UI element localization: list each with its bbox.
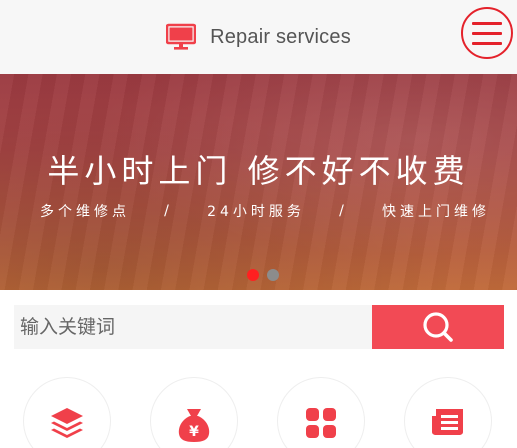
- menu-button[interactable]: [461, 7, 513, 59]
- feature-fast-onsite-repair: 快速上门维修: [381, 204, 490, 220]
- brand[interactable]: Repair services: [166, 23, 351, 51]
- feature-24h-service: 24小时服务: [207, 204, 305, 220]
- search-bar: [14, 305, 504, 349]
- banner-carousel[interactable]: 半小时上门 修不好不收费 多个维修点 / 24小时服务 / 快速上门维修: [0, 74, 517, 290]
- carousel-dots: [247, 269, 279, 281]
- svg-text:¥: ¥: [189, 424, 199, 440]
- layers-icon: [51, 408, 83, 438]
- search-input[interactable]: [14, 305, 372, 349]
- top-header: Repair services: [0, 0, 517, 74]
- search-button[interactable]: [372, 305, 504, 349]
- category-apps[interactable]: [277, 377, 365, 448]
- monitor-icon: [166, 23, 197, 50]
- banner-headline: 半小时上门 修不好不收费: [47, 152, 470, 190]
- banner-features: 多个维修点 / 24小时服务 / 快速上门维修: [40, 201, 490, 221]
- category-layers[interactable]: [23, 377, 111, 448]
- feature-separator: /: [164, 203, 173, 219]
- page-title: Repair services: [210, 25, 351, 48]
- grid-apps-icon: [306, 408, 336, 438]
- carousel-dot-active[interactable]: [247, 269, 259, 281]
- category-news[interactable]: [404, 377, 492, 448]
- category-pricing[interactable]: ¥: [150, 377, 238, 448]
- search-icon: [423, 312, 453, 342]
- carousel-dot[interactable]: [267, 269, 279, 281]
- feature-separator: /: [339, 203, 348, 219]
- money-bag-icon: ¥: [178, 409, 210, 442]
- news-list-icon: [432, 409, 463, 435]
- feature-service-points: 多个维修点: [40, 204, 130, 220]
- hamburger-menu-icon: [472, 21, 502, 45]
